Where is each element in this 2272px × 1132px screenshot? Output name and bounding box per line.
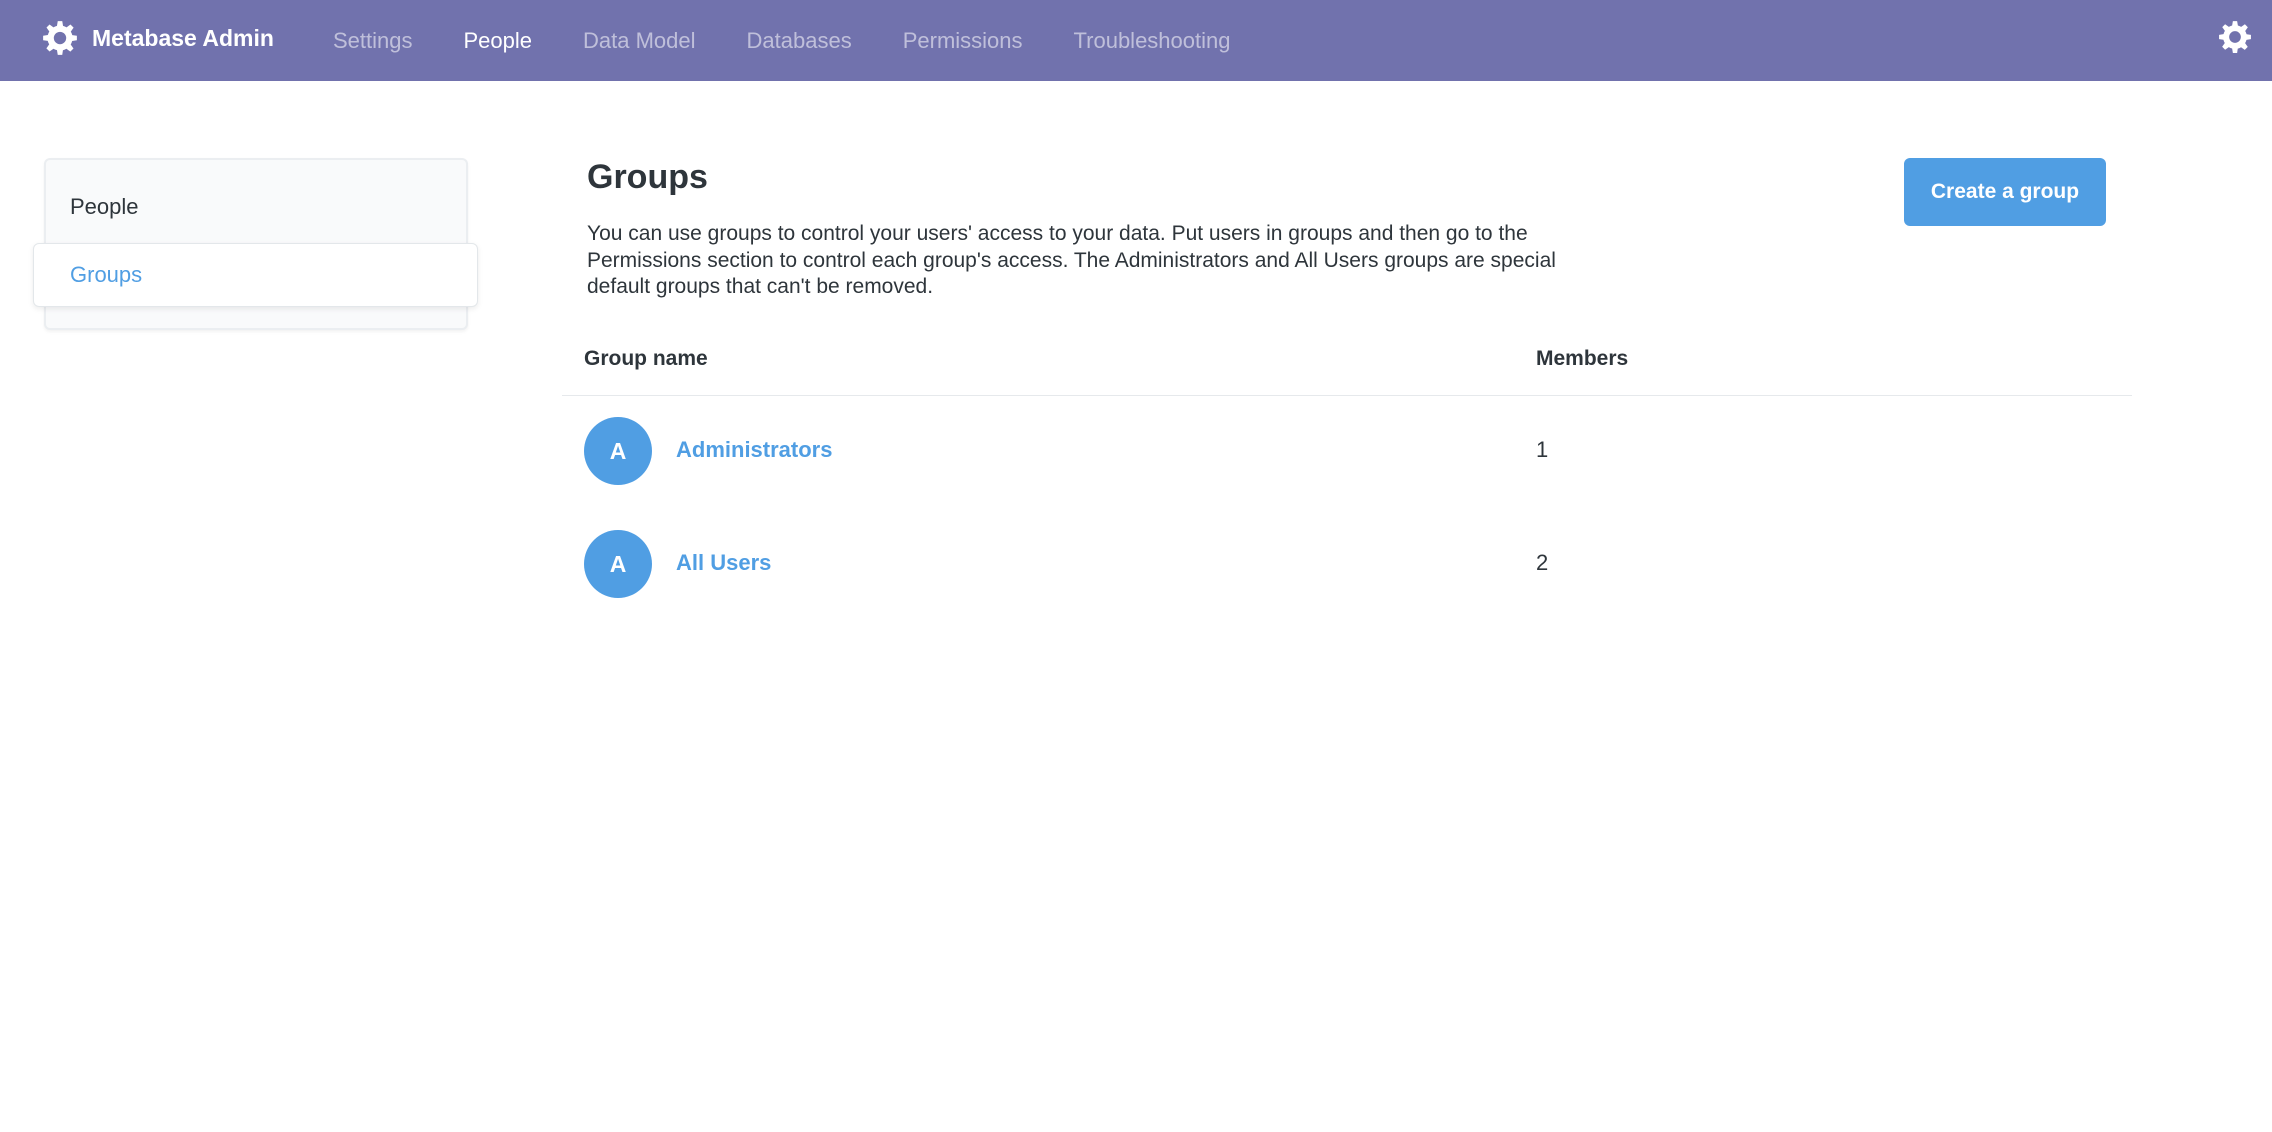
page-description: You can use groups to control your users… — [587, 222, 1556, 298]
nav-item-people[interactable]: People — [464, 28, 533, 54]
column-header-group-name: Group name — [584, 347, 708, 370]
group-link-all-users[interactable]: All Users — [676, 550, 771, 576]
avatar: A — [584, 417, 652, 485]
table-row: A All Users 2 — [0, 530, 2272, 600]
nav-item-permissions[interactable]: Permissions — [903, 28, 1023, 54]
table-row: A Administrators 1 — [0, 417, 2272, 487]
group-link-administrators[interactable]: Administrators — [676, 437, 832, 463]
brand-name: Metabase Admin — [92, 24, 274, 51]
gear-icon[interactable] — [2218, 20, 2252, 54]
nav-menu: Settings People Data Model Databases Per… — [333, 0, 1282, 81]
sidebar-item-people[interactable]: People — [70, 194, 139, 220]
sidebar-item-label: Groups — [70, 262, 143, 287]
nav-item-data-model[interactable]: Data Model — [583, 28, 696, 54]
nav-item-settings[interactable]: Settings — [333, 28, 413, 54]
nav-item-databases[interactable]: Databases — [747, 28, 852, 54]
column-header-members: Members — [1536, 347, 1629, 370]
member-count: 1 — [1536, 437, 1549, 462]
page-title: Groups — [587, 158, 708, 196]
nav-item-troubleshooting[interactable]: Troubleshooting — [1074, 28, 1231, 54]
admin-navbar: Metabase Admin Settings People Data Mode… — [0, 0, 2272, 81]
sidebar-item-groups[interactable]: Groups — [33, 243, 478, 307]
brand-link[interactable]: Metabase Admin — [42, 18, 274, 58]
create-group-button[interactable]: Create a group — [1904, 158, 2106, 226]
avatar: A — [584, 530, 652, 598]
member-count: 2 — [1536, 550, 1549, 575]
divider — [562, 395, 2132, 396]
gear-icon — [43, 21, 77, 55]
